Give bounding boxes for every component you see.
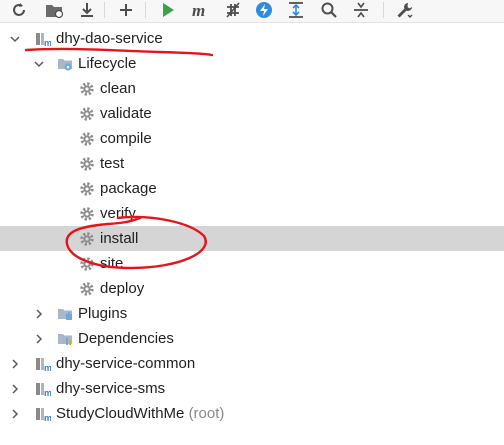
root-project-name: StudyCloudWithMe <box>56 405 185 422</box>
goal-label: test <box>100 155 125 172</box>
collapse-all-icon[interactable] <box>350 0 372 20</box>
tree-node-dhy-dao-service[interactable]: m dhy-dao-service <box>0 26 504 51</box>
lifecycle-goal-test[interactable]: test <box>0 151 504 176</box>
goal-label: package <box>100 180 157 197</box>
lifecycle-goal-package[interactable]: package <box>0 176 504 201</box>
goal-label: install <box>100 230 139 247</box>
chevron-right-icon[interactable] <box>9 383 21 395</box>
lifecycle-goal-clean[interactable]: clean <box>0 76 504 101</box>
lifecycle-goal-compile[interactable]: compile <box>0 126 504 151</box>
goal-label: verify <box>100 205 136 222</box>
offline-mode-icon[interactable] <box>253 0 275 20</box>
toolbar-separator <box>383 2 384 18</box>
chevron-right-icon[interactable] <box>33 333 45 345</box>
gear-icon <box>79 131 95 147</box>
tree-node-root-project[interactable]: m StudyCloudWithMe (root) <box>0 401 504 426</box>
tree-node-label: dhy-dao-service <box>56 30 163 47</box>
svg-text:m: m <box>192 1 205 19</box>
tree-node-dependencies[interactable]: Dependencies <box>0 326 504 351</box>
goal-label: site <box>100 255 124 272</box>
tree-node-label: Plugins <box>78 305 128 322</box>
gear-icon <box>79 156 95 172</box>
lifecycle-goal-site[interactable]: site <box>0 251 504 276</box>
maven-module-icon: m <box>35 356 51 372</box>
chevron-down-icon[interactable] <box>33 58 45 70</box>
gear-icon <box>79 231 95 247</box>
svg-text:m: m <box>44 363 51 372</box>
gear-icon <box>79 206 95 222</box>
generate-sources-icon[interactable] <box>43 0 65 20</box>
maven-toolbar: m <box>0 0 504 23</box>
gear-icon <box>79 281 95 297</box>
gear-icon <box>79 256 95 272</box>
toolbar-separator <box>145 2 146 18</box>
maven-module-icon: m <box>35 406 51 422</box>
tree-node-dhy-service-sms[interactable]: m dhy-service-sms <box>0 376 504 401</box>
svg-text:m: m <box>44 388 51 397</box>
lifecycle-goal-validate[interactable]: validate <box>0 101 504 126</box>
gear-icon <box>79 106 95 122</box>
goal-label: clean <box>100 80 136 97</box>
goal-label: deploy <box>100 280 145 297</box>
show-dependencies-icon[interactable] <box>285 0 307 20</box>
toolbar-separator <box>104 2 105 18</box>
tree-node-label: dhy-service-sms <box>56 380 166 397</box>
plugins-folder-icon <box>57 306 73 322</box>
settings-wrench-icon[interactable] <box>394 0 416 20</box>
gear-icon <box>79 181 95 197</box>
tree-node-label: StudyCloudWithMe (root) <box>56 401 224 426</box>
tree-node-dhy-service-common[interactable]: m dhy-service-common <box>0 351 504 376</box>
lifecycle-goal-deploy[interactable]: deploy <box>0 276 504 301</box>
tree-node-label: dhy-service-common <box>56 355 196 372</box>
chevron-right-icon[interactable] <box>33 308 45 320</box>
dependencies-folder-icon <box>57 331 73 347</box>
root-suffix: (root) <box>188 405 225 422</box>
tree-node-label: Dependencies <box>78 330 174 347</box>
tree-node-plugins[interactable]: Plugins <box>0 301 504 326</box>
tree-node-lifecycle[interactable]: Lifecycle <box>0 51 504 76</box>
maven-module-icon: m <box>35 381 51 397</box>
chevron-right-icon[interactable] <box>9 408 21 420</box>
lifecycle-folder-icon <box>57 56 73 72</box>
download-icon[interactable] <box>76 0 98 20</box>
lifecycle-goal-verify[interactable]: verify <box>0 201 504 226</box>
svg-text:m: m <box>44 38 51 47</box>
add-icon[interactable] <box>115 0 137 20</box>
chevron-down-icon[interactable] <box>9 33 21 45</box>
maven-module-icon: m <box>35 31 51 47</box>
skip-tests-icon[interactable] <box>222 0 244 20</box>
svg-text:m: m <box>44 413 51 422</box>
find-icon[interactable] <box>318 0 340 20</box>
reload-icon[interactable] <box>8 0 30 20</box>
maven-goal-icon[interactable]: m <box>189 0 211 20</box>
chevron-right-icon[interactable] <box>9 358 21 370</box>
lifecycle-goal-install[interactable]: install <box>0 226 504 251</box>
goal-label: compile <box>100 130 152 147</box>
tree-node-label: Lifecycle <box>78 55 137 72</box>
gear-icon <box>79 81 95 97</box>
run-icon[interactable] <box>157 0 179 20</box>
goal-label: validate <box>100 105 152 122</box>
